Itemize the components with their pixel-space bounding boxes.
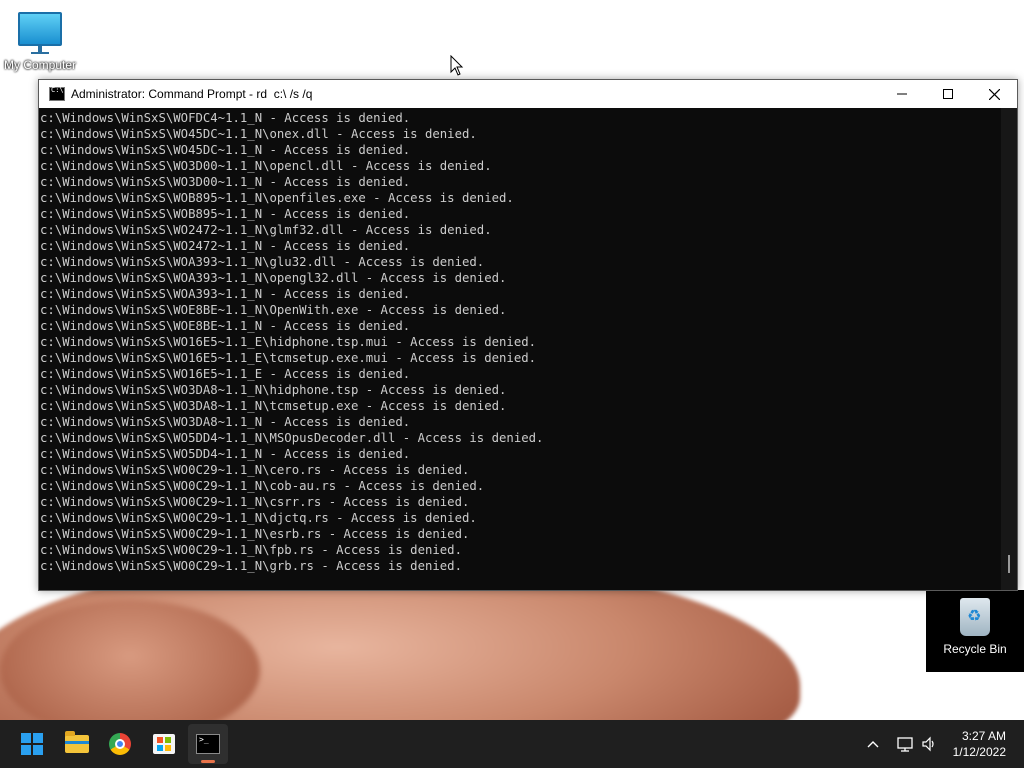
minimize-icon: [897, 93, 907, 95]
taskbar: >_ 3:27 AM 1/12/2022: [0, 720, 1024, 768]
desktop-icon-recycle-bin[interactable]: ♻ Recycle Bin: [926, 590, 1024, 672]
console-line: c:\Windows\WinSxS\WO3DA8~1.1_N\hidphone.…: [40, 383, 507, 397]
command-prompt-window[interactable]: C:\ Administrator: Command Prompt - rd c…: [38, 79, 1018, 591]
taskbar-chrome[interactable]: [100, 724, 140, 764]
console-line: c:\Windows\WinSxS\WO5DD4~1.1_N - Access …: [40, 447, 411, 461]
console-line: c:\Windows\WinSxS\WOA393~1.1_N - Access …: [40, 287, 411, 301]
file-explorer-icon: [65, 731, 89, 753]
window-title: Administrator: Command Prompt - rd c:\ /…: [71, 87, 313, 101]
store-icon: [153, 734, 175, 754]
close-icon: [988, 88, 1000, 100]
console-line: c:\Windows\WinSxS\WO45DC~1.1_N\onex.dll …: [40, 127, 477, 141]
console-line: c:\Windows\WinSxS\WO0C29~1.1_N\fpb.rs - …: [40, 543, 462, 557]
console-line: c:\Windows\WinSxS\WOB895~1.1_N\openfiles…: [40, 191, 514, 205]
tray-volume[interactable]: [921, 720, 937, 768]
taskbar-store[interactable]: [144, 724, 184, 764]
console-line: c:\Windows\WinSxS\WO0C29~1.1_N\grb.rs - …: [40, 559, 462, 573]
console-line: c:\Windows\WinSxS\WO45DC~1.1_N - Access …: [40, 143, 411, 157]
taskbar-file-explorer[interactable]: [57, 724, 97, 764]
console-output[interactable]: c:\Windows\WinSxS\WOFDC4~1.1_N - Access …: [39, 108, 1001, 590]
window-titlebar[interactable]: C:\ Administrator: Command Prompt - rd c…: [39, 80, 1017, 108]
clock-date: 1/12/2022: [952, 745, 1006, 759]
console-scrollbar[interactable]: [1001, 108, 1017, 590]
console-line: c:\Windows\WinSxS\WOE8BE~1.1_N - Access …: [40, 319, 411, 333]
console-line: c:\Windows\WinSxS\WO0C29~1.1_N\cero.rs -…: [40, 463, 470, 477]
desktop-icon-my-computer[interactable]: My Computer: [0, 8, 80, 72]
console-line: c:\Windows\WinSxS\WOA393~1.1_N\opengl32.…: [40, 271, 507, 285]
clock-time: 3:27 AM: [961, 729, 1006, 743]
chevron-up-icon: [867, 741, 879, 748]
console-line: c:\Windows\WinSxS\WO16E5~1.1_E\tcmsetup.…: [40, 351, 537, 365]
mouse-cursor-icon: [450, 55, 464, 76]
console-line: c:\Windows\WinSxS\WO16E5~1.1_E\hidphone.…: [40, 335, 537, 349]
console-line: c:\Windows\WinSxS\WO0C29~1.1_N\cob-au.rs…: [40, 479, 485, 493]
volume-icon: [922, 736, 934, 752]
console-line: c:\Windows\WinSxS\WO16E5~1.1_E - Access …: [40, 367, 411, 381]
active-indicator: [201, 760, 215, 763]
chrome-icon: [109, 733, 131, 755]
console-line: c:\Windows\WinSxS\WO2472~1.1_N - Access …: [40, 239, 411, 253]
close-button[interactable]: [971, 80, 1017, 108]
monitor-icon: [0, 12, 80, 54]
taskbar-command-prompt[interactable]: >_: [188, 724, 228, 764]
start-button[interactable]: [12, 724, 52, 764]
start-icon: [21, 733, 43, 755]
console-line: c:\Windows\WinSxS\WOA393~1.1_N\glu32.dll…: [40, 255, 485, 269]
console-line: c:\Windows\WinSxS\WO2472~1.1_N\glmf32.dl…: [40, 223, 492, 237]
console-line: c:\Windows\WinSxS\WO3DA8~1.1_N - Access …: [40, 415, 411, 429]
console-line: c:\Windows\WinSxS\WO0C29~1.1_N\csrr.rs -…: [40, 495, 470, 509]
console-line: c:\Windows\WinSxS\WO0C29~1.1_N\djctq.rs …: [40, 511, 477, 525]
console-line: c:\Windows\WinSxS\WO3D00~1.1_N - Access …: [40, 175, 411, 189]
desktop-icon-label: Recycle Bin: [943, 642, 1007, 656]
tray-network[interactable]: [896, 720, 914, 768]
network-icon: [897, 737, 913, 752]
taskbar-clock[interactable]: 3:27 AM 1/12/2022: [953, 728, 1006, 760]
command-prompt-icon: >_: [196, 734, 220, 754]
tray-overflow-button[interactable]: [866, 720, 880, 768]
desktop-icon-label: My Computer: [3, 58, 77, 72]
console-line: c:\Windows\WinSxS\WO3DA8~1.1_N\tcmsetup.…: [40, 399, 507, 413]
recycle-bin-icon: ♻: [960, 598, 990, 636]
console-line: c:\Windows\WinSxS\WO5DD4~1.1_N\MSOpusDec…: [40, 431, 544, 445]
console-line: c:\Windows\WinSxS\WOFDC4~1.1_N - Access …: [40, 111, 411, 125]
console-line: c:\Windows\WinSxS\WOE8BE~1.1_N\OpenWith.…: [40, 303, 507, 317]
console-line: c:\Windows\WinSxS\WOB895~1.1_N - Access …: [40, 207, 411, 221]
minimize-button[interactable]: [879, 80, 925, 108]
cmd-icon: C:\: [49, 86, 65, 101]
console-line: c:\Windows\WinSxS\WO0C29~1.1_N\esrb.rs -…: [40, 527, 470, 541]
maximize-button[interactable]: [925, 80, 971, 108]
maximize-icon: [943, 89, 953, 99]
scrollbar-thumb[interactable]: [1008, 555, 1010, 573]
console-line: c:\Windows\WinSxS\WO3D00~1.1_N\opencl.dl…: [40, 159, 492, 173]
